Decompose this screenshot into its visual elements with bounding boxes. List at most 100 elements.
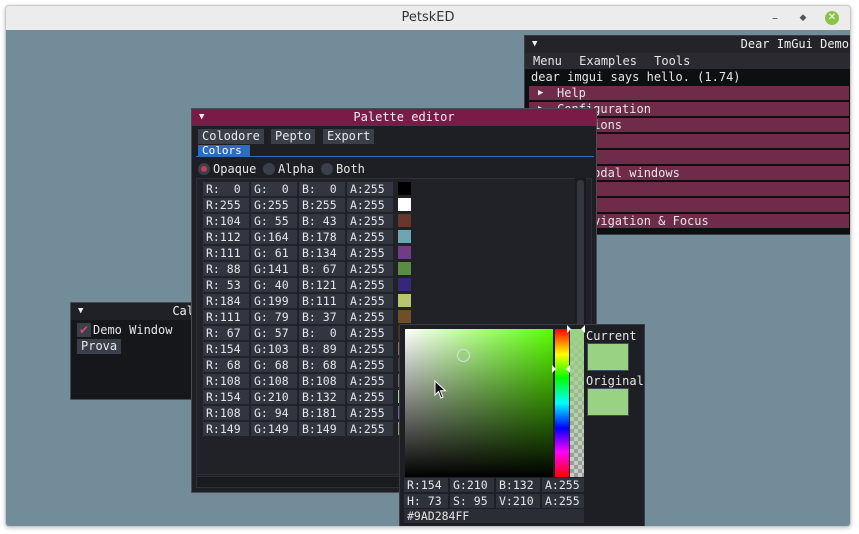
- palette-g-field[interactable]: G: 68: [251, 358, 297, 372]
- palette-r-field[interactable]: R: 88: [203, 262, 249, 276]
- palette-b-field[interactable]: B:111: [299, 294, 345, 308]
- picker-a2-field[interactable]: A:255: [542, 494, 584, 508]
- palette-color-swatch[interactable]: [398, 198, 411, 211]
- palette-g-field[interactable]: G:149: [251, 422, 297, 436]
- palette-r-field[interactable]: R:112: [203, 230, 249, 244]
- palette-a-field[interactable]: A:255: [347, 310, 393, 324]
- palette-b-field[interactable]: B: 0: [299, 326, 345, 340]
- palette-b-field[interactable]: B:255: [299, 198, 345, 212]
- saturation-value-square[interactable]: [405, 329, 553, 477]
- palette-r-field[interactable]: R: 67: [203, 326, 249, 340]
- palette-r-field[interactable]: R:111: [203, 246, 249, 260]
- palette-b-field[interactable]: B: 37: [299, 310, 345, 324]
- hex-color-input[interactable]: #9AD284FF: [404, 509, 584, 523]
- demo-window-titlebar[interactable]: ▼ Dear ImGui Demo: [525, 36, 850, 53]
- sv-picker-cursor[interactable]: [457, 349, 470, 362]
- palette-b-field[interactable]: B:132: [299, 390, 345, 404]
- palette-color-swatch[interactable]: [398, 182, 411, 195]
- palette-r-field[interactable]: R: 0: [203, 182, 249, 196]
- close-icon[interactable]: ✕: [825, 11, 839, 25]
- palette-b-field[interactable]: B:181: [299, 406, 345, 420]
- alpha-slider[interactable]: [570, 329, 584, 477]
- palette-a-field[interactable]: A:255: [347, 214, 393, 228]
- palette-color-swatch[interactable]: [398, 262, 411, 275]
- palette-color-swatch[interactable]: [398, 246, 411, 259]
- palette-r-field[interactable]: R: 68: [203, 358, 249, 372]
- radio-opaque[interactable]: Opaque: [198, 162, 256, 176]
- palette-b-field[interactable]: B: 0: [299, 182, 345, 196]
- palette-g-field[interactable]: G: 40: [251, 278, 297, 292]
- palette-color-swatch[interactable]: [398, 278, 411, 291]
- palette-b-field[interactable]: B:108: [299, 374, 345, 388]
- cal-window-titlebar[interactable]: ▼ Cal: [71, 303, 199, 320]
- menu-tools[interactable]: Tools: [654, 54, 690, 68]
- palette-g-field[interactable]: G:199: [251, 294, 297, 308]
- picker-g-field[interactable]: G:210: [450, 478, 494, 492]
- menu-menu[interactable]: Menu: [533, 54, 562, 68]
- palette-b-field[interactable]: B: 89: [299, 342, 345, 356]
- radio-alpha[interactable]: Alpha: [263, 162, 314, 176]
- palette-r-field[interactable]: R:255: [203, 198, 249, 212]
- palette-color-swatch[interactable]: [398, 214, 411, 227]
- palette-a-field[interactable]: A:255: [347, 406, 393, 420]
- palette-b-field[interactable]: B: 43: [299, 214, 345, 228]
- pepto-button[interactable]: Pepto: [271, 129, 316, 144]
- palette-a-field[interactable]: A:255: [347, 294, 393, 308]
- palette-a-field[interactable]: A:255: [347, 390, 393, 404]
- palette-color-swatch[interactable]: [398, 294, 411, 307]
- palette-a-field[interactable]: A:255: [347, 278, 393, 292]
- header-help[interactable]: ▶ Help: [529, 86, 849, 101]
- picker-b-field[interactable]: B:132: [496, 478, 540, 492]
- palette-r-field[interactable]: R:184: [203, 294, 249, 308]
- palette-b-field[interactable]: B:134: [299, 246, 345, 260]
- picker-r-field[interactable]: R:154: [404, 478, 448, 492]
- palette-g-field[interactable]: G: 57: [251, 326, 297, 340]
- palette-g-field[interactable]: G: 0: [251, 182, 297, 196]
- palette-b-field[interactable]: B: 67: [299, 262, 345, 276]
- palette-g-field[interactable]: G: 55: [251, 214, 297, 228]
- palette-r-field[interactable]: R:154: [203, 342, 249, 356]
- hue-slider[interactable]: [555, 329, 569, 477]
- palette-a-field[interactable]: A:255: [347, 262, 393, 276]
- palette-a-field[interactable]: A:255: [347, 326, 393, 340]
- palette-r-field[interactable]: R:154: [203, 390, 249, 404]
- collapse-triangle-icon[interactable]: ▼: [199, 109, 204, 126]
- palette-g-field[interactable]: G: 79: [251, 310, 297, 324]
- colodore-button[interactable]: Colodore: [198, 129, 264, 144]
- export-button[interactable]: Export: [323, 129, 375, 144]
- palette-g-field[interactable]: G:210: [251, 390, 297, 404]
- radio-both[interactable]: Both: [321, 162, 365, 176]
- collapse-triangle-icon[interactable]: ▼: [78, 303, 83, 320]
- palette-g-field[interactable]: G:108: [251, 374, 297, 388]
- minimize-icon[interactable]: –: [768, 11, 782, 25]
- palette-g-field[interactable]: G:255: [251, 198, 297, 212]
- palette-a-field[interactable]: A:255: [347, 422, 393, 436]
- picker-h-field[interactable]: H: 73: [404, 494, 448, 508]
- maximize-icon[interactable]: ◆: [796, 11, 810, 25]
- palette-r-field[interactable]: R:104: [203, 214, 249, 228]
- palette-g-field[interactable]: G: 61: [251, 246, 297, 260]
- palette-g-field[interactable]: G:164: [251, 230, 297, 244]
- palette-a-field[interactable]: A:255: [347, 230, 393, 244]
- original-color-swatch[interactable]: [587, 388, 629, 416]
- picker-v-field[interactable]: V:210: [496, 494, 540, 508]
- collapse-triangle-icon[interactable]: ▼: [532, 36, 537, 53]
- palette-b-field[interactable]: B:121: [299, 278, 345, 292]
- palette-b-field[interactable]: B:149: [299, 422, 345, 436]
- palette-r-field[interactable]: R:149: [203, 422, 249, 436]
- palette-r-field[interactable]: R:111: [203, 310, 249, 324]
- palette-a-field[interactable]: A:255: [347, 374, 393, 388]
- palette-a-field[interactable]: A:255: [347, 182, 393, 196]
- palette-r-field[interactable]: R:108: [203, 374, 249, 388]
- menu-examples[interactable]: Examples: [579, 54, 637, 68]
- picker-s-field[interactable]: S: 95: [450, 494, 494, 508]
- palette-r-field[interactable]: R:108: [203, 406, 249, 420]
- palette-b-field[interactable]: B: 68: [299, 358, 345, 372]
- palette-b-field[interactable]: B:178: [299, 230, 345, 244]
- picker-a-field[interactable]: A:255: [542, 478, 584, 492]
- palette-a-field[interactable]: A:255: [347, 246, 393, 260]
- prova-button[interactable]: Prova: [77, 339, 122, 354]
- demo-window-checkbox[interactable]: ✔: [77, 323, 91, 337]
- palette-g-field[interactable]: G:103: [251, 342, 297, 356]
- palette-a-field[interactable]: A:255: [347, 198, 393, 212]
